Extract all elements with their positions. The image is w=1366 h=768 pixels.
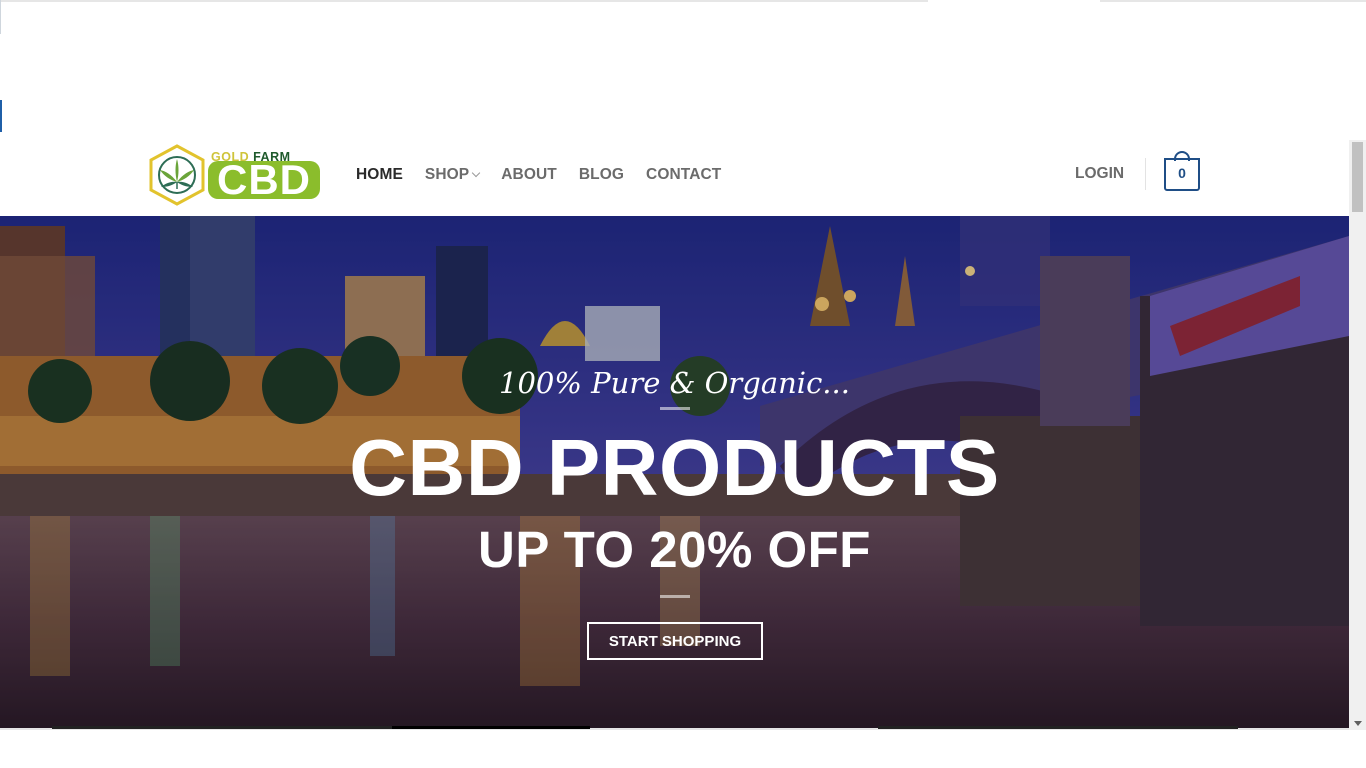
start-shopping-button[interactable]: START SHOPPING <box>587 622 763 660</box>
left-edge-mark <box>0 0 1 34</box>
nav-item-label: SHOP <box>424 166 470 183</box>
hero-banner: 100% Pure & Organic... CBD PRODUCTS UP T… <box>0 216 1349 728</box>
header-divider <box>1145 158 1146 190</box>
scrollbar-thumb[interactable] <box>1352 142 1363 212</box>
nav-item-shop[interactable]: SHOP <box>424 165 481 185</box>
shopping-bag-icon[interactable]: 0 <box>1164 158 1200 191</box>
nav-item-home[interactable]: HOME <box>356 165 403 185</box>
nav-item-label: HOME <box>356 166 403 183</box>
hero-divider-top <box>660 407 690 410</box>
site-header: GOLD FARM CBD HOME SHOP ABOUT BLOG CONTA… <box>0 132 1349 216</box>
main-nav: HOME SHOP ABOUT BLOG CONTACT <box>356 165 743 185</box>
nav-item-blog[interactable]: BLOG <box>579 165 624 185</box>
nav-item-label: ABOUT <box>501 166 557 183</box>
logo-wordmark-badge: CBD <box>208 157 320 203</box>
section-edge-line <box>52 726 392 729</box>
chevron-down-icon <box>471 168 481 178</box>
nav-item-label: CONTACT <box>646 166 722 183</box>
hemp-leaf-icon <box>149 144 205 206</box>
section-edge-line <box>878 726 1238 729</box>
hero-headline: CBD PRODUCTS <box>349 423 1000 512</box>
hero-tagline: 100% Pure & Organic... <box>499 366 850 400</box>
page-scrollbar[interactable] <box>1349 140 1366 730</box>
browser-top-line <box>0 0 1366 2</box>
hero-subhead: UP TO 20% OFF <box>478 521 871 578</box>
left-edge-accent <box>0 100 2 132</box>
login-link[interactable]: LOGIN <box>1075 165 1124 183</box>
nav-item-contact[interactable]: CONTACT <box>646 165 721 185</box>
hero-divider-bottom <box>660 595 690 598</box>
scroll-down-arrow-icon[interactable] <box>1354 721 1362 726</box>
site-logo[interactable]: GOLD FARM CBD <box>148 144 320 206</box>
cart-count: 0 <box>1178 165 1186 181</box>
logo-wordmark-cbd: CBD <box>217 156 311 203</box>
nav-item-about[interactable]: ABOUT <box>501 165 557 185</box>
nav-item-label: BLOG <box>578 166 625 183</box>
section-edge-line <box>392 726 590 729</box>
